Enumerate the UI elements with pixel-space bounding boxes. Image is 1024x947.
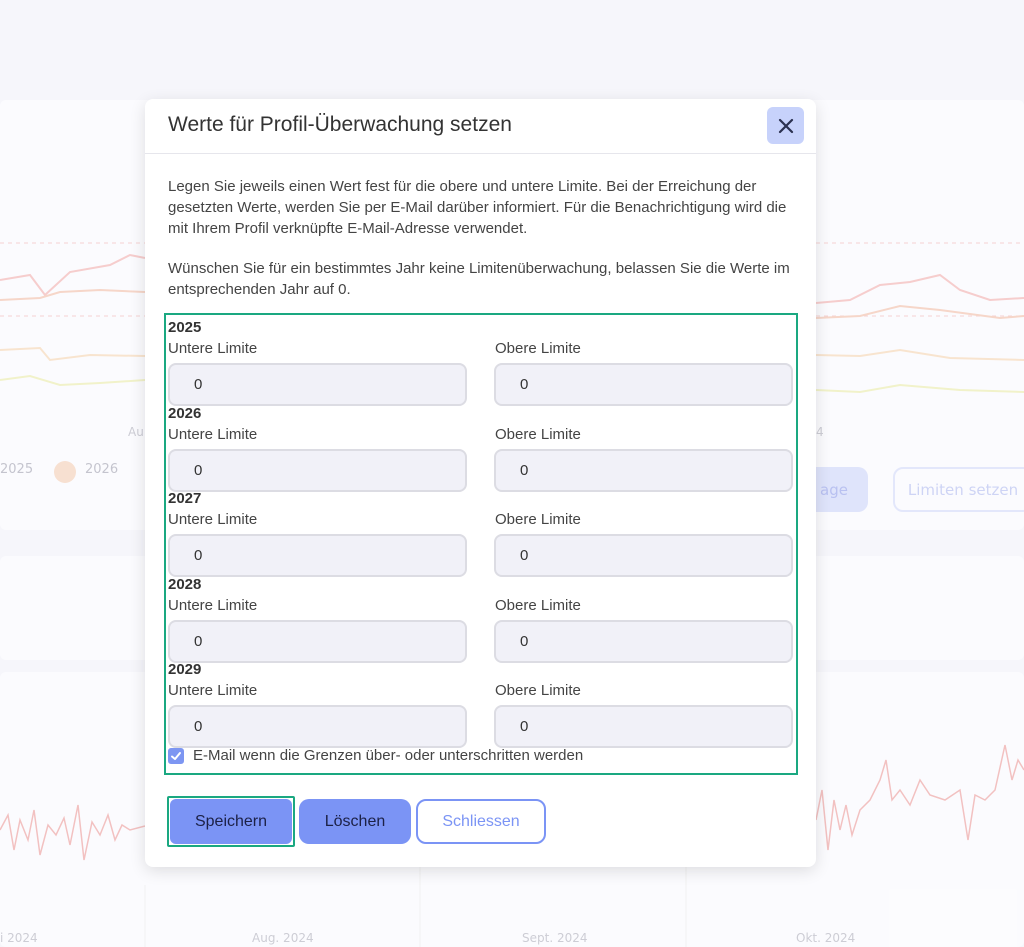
upper-limit-label: Obere Limite (495, 682, 581, 699)
year-heading: 2028 (168, 576, 202, 593)
lower-limit-input-2028[interactable] (168, 620, 467, 663)
lower-limit-label: Untere Limite (168, 597, 258, 614)
upper-limit-label: Obere Limite (495, 340, 581, 357)
dialog-hint: Wünschen Sie für ein bestimmtes Jahr kei… (168, 260, 790, 298)
year-heading: 2026 (168, 405, 202, 422)
email-notification-row: E-Mail wenn die Grenzen über- oder unter… (168, 747, 583, 764)
upper-limit-input-2026[interactable] (494, 449, 793, 492)
year-heading: 2027 (168, 490, 202, 507)
year-heading: 2025 (168, 319, 202, 336)
lower-limit-label: Untere Limite (168, 682, 258, 699)
dialog-description: Legen Sie jeweils einen Wert fest für di… (168, 178, 787, 237)
close-dialog-button[interactable] (767, 107, 804, 144)
lower-limit-label: Untere Limite (168, 426, 258, 443)
close-button[interactable]: Schliessen (416, 799, 546, 844)
email-notification-checkbox[interactable] (168, 747, 184, 764)
lower-limit-label: Untere Limite (168, 511, 258, 528)
delete-button[interactable]: Löschen (299, 799, 411, 844)
lower-limit-input-2029[interactable] (168, 705, 467, 748)
email-notification-label: E-Mail wenn die Grenzen über- oder unter… (193, 747, 584, 764)
upper-limit-label: Obere Limite (495, 511, 581, 528)
year-heading: 2029 (168, 661, 202, 678)
profile-monitoring-dialog: Werte für Profil-Überwachung setzen Lege… (145, 99, 816, 867)
lower-limit-input-2026[interactable] (168, 449, 467, 492)
dialog-title: Werte für Profil-Überwachung setzen (168, 113, 512, 136)
lower-limit-input-2027[interactable] (168, 534, 467, 577)
lower-limit-label: Untere Limite (168, 340, 258, 357)
close-icon (778, 118, 793, 133)
lower-limit-input-2025[interactable] (168, 363, 467, 406)
limits-form: 2025 Untere Limite Obere Limite 2026 Unt… (164, 313, 798, 775)
upper-limit-input-2027[interactable] (494, 534, 793, 577)
upper-limit-label: Obere Limite (495, 426, 581, 443)
upper-limit-label: Obere Limite (495, 597, 581, 614)
upper-limit-input-2028[interactable] (494, 620, 793, 663)
upper-limit-input-2029[interactable] (494, 705, 793, 748)
upper-limit-input-2025[interactable] (494, 363, 793, 406)
checkmark-icon (171, 751, 181, 760)
dialog-header: Werte für Profil-Überwachung setzen (145, 99, 816, 154)
save-button[interactable]: Speichern (170, 799, 292, 844)
